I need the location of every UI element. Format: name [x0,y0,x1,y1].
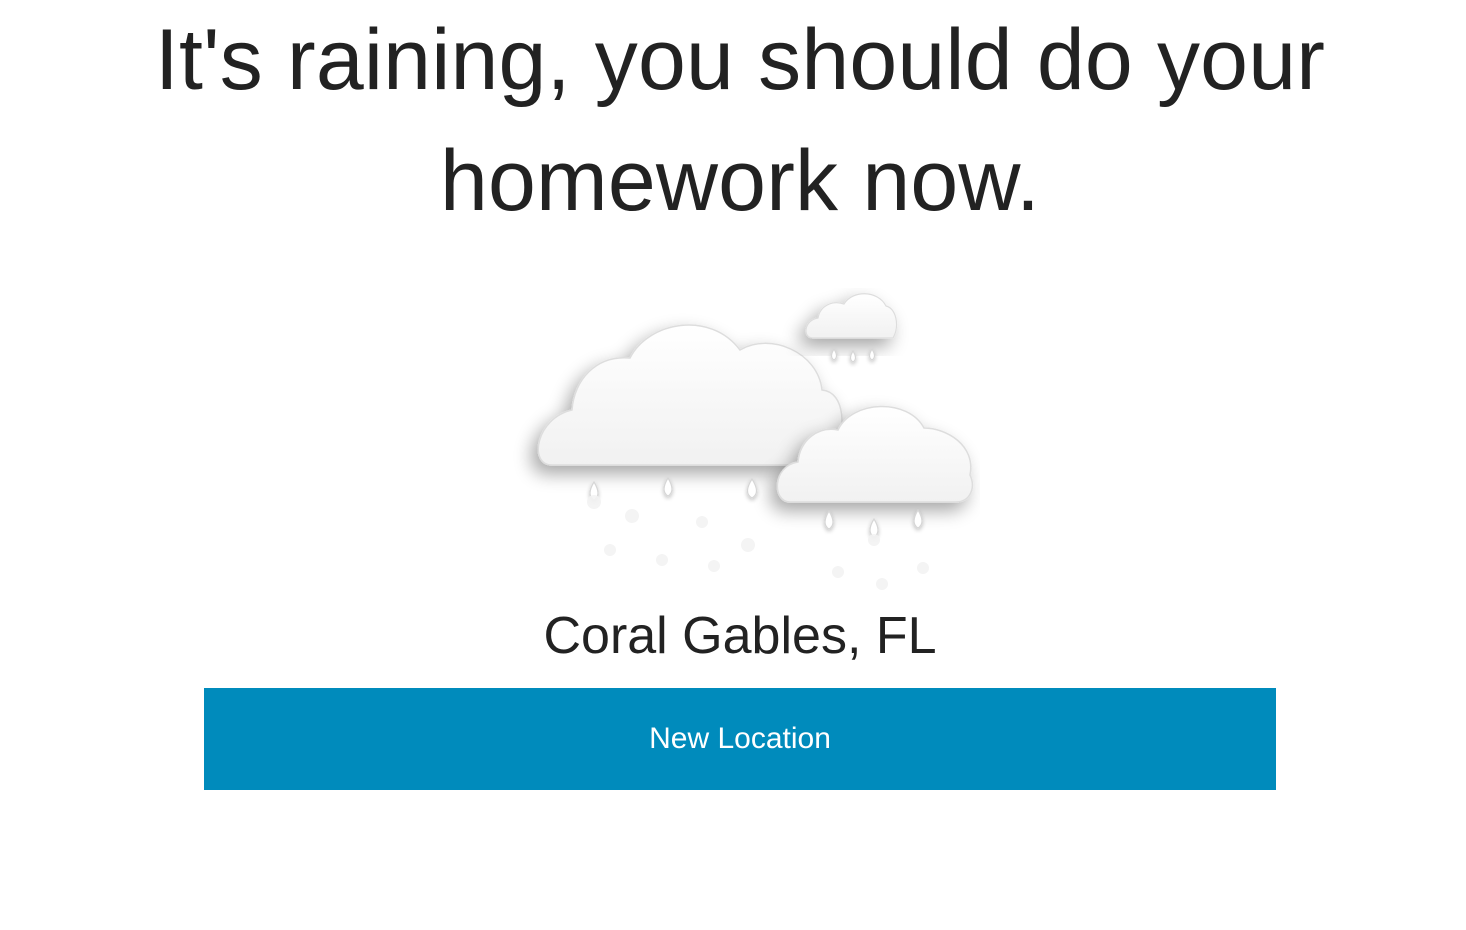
weather-message: It's raining, you should do your homewor… [154,12,1326,229]
weather-page: It's raining, you should do your homewor… [0,0,1466,930]
small-cloud-shape [805,293,898,339]
large-cloud-shape [537,324,843,466]
new-location-button[interactable]: New Location [204,688,1276,790]
location-name: Coral Gables, FL [543,607,937,665]
rain-clouds-icon [537,293,974,590]
